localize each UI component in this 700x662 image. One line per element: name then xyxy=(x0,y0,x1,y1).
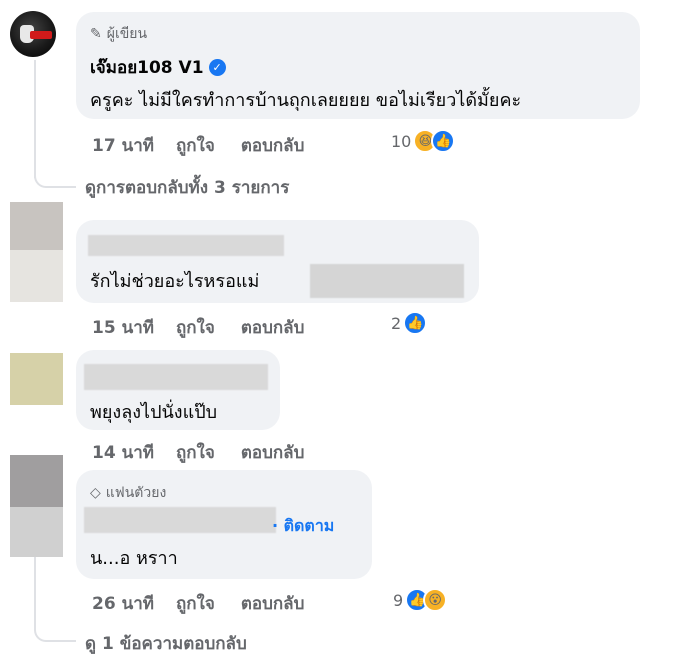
comment-text: น...อ หราา xyxy=(90,548,178,569)
avatar[interactable] xyxy=(10,455,63,507)
author-badge: ✎ ผู้เขียน xyxy=(90,26,148,42)
diamond-icon: ◇ xyxy=(90,485,101,501)
like-button[interactable]: ถูกใจ xyxy=(176,439,215,466)
comment-time[interactable]: 26 นาที xyxy=(92,590,154,617)
comment-bubble: ✎ ผู้เขียน เจ๊มอย108 V1 ✓ ครูคะ ไม่มีใคร… xyxy=(76,12,640,119)
comment-bubble: ◇ แฟนตัวยง · ติดตาม น...อ หราา xyxy=(76,470,372,579)
author-name-redacted xyxy=(84,507,276,533)
comment-bubble: พยุงลุงไปนั่งแป๊บ xyxy=(76,350,280,430)
mention-redacted xyxy=(310,264,464,298)
reply-button[interactable]: ตอบกลับ xyxy=(241,590,305,617)
wow-icon: 😮 xyxy=(423,588,448,612)
like-icon: 👍 xyxy=(431,129,456,153)
avatar[interactable] xyxy=(10,353,63,405)
comment-time[interactable]: 15 นาที xyxy=(92,314,154,341)
comment-actions: 15 นาที ถูกใจ ตอบกลับ xyxy=(92,314,304,341)
comment-text: พยุงลุงไปนั่งแป๊บ xyxy=(90,402,218,423)
author-avatar[interactable] xyxy=(10,11,56,57)
pencil-icon: ✎ xyxy=(90,26,102,42)
thread-connector xyxy=(34,600,76,642)
author-name-redacted xyxy=(88,235,284,256)
like-button[interactable]: ถูกใจ xyxy=(176,314,215,341)
author-name[interactable]: เจ๊มอย108 V1 ✓ xyxy=(90,54,226,81)
comment-actions: 14 นาที ถูกใจ ตอบกลับ xyxy=(92,439,304,466)
avatar xyxy=(10,250,63,302)
comment-text: ครูคะ ไม่มีใครทำการบ้านถุกเลยยยย ขอไม่เร… xyxy=(90,90,522,111)
verified-icon: ✓ xyxy=(208,59,226,76)
comment-actions: 17 นาที ถูกใจ ตอบกลับ xyxy=(92,132,304,159)
like-button[interactable]: ถูกใจ xyxy=(176,132,215,159)
comment-text: รักไม่ช่วยอะไรหรอแม่ xyxy=(90,271,260,292)
reply-button[interactable]: ตอบกลับ xyxy=(241,439,305,466)
reaction-summary[interactable]: 9 👍 😮 xyxy=(393,588,448,612)
comment-bubble: รักไม่ช่วยอะไรหรอแม่ xyxy=(76,220,479,303)
follow-button[interactable]: · ติดตาม xyxy=(272,514,334,539)
comment-time[interactable]: 14 นาที xyxy=(92,439,154,466)
view-replies-link[interactable]: ดู 1 ข้อความตอบกลับ xyxy=(85,630,247,657)
reaction-summary[interactable]: 2 👍 xyxy=(391,311,428,335)
reaction-summary[interactable]: 10 😆 👍 xyxy=(391,129,456,153)
avatar xyxy=(10,507,63,557)
like-icon: 👍 xyxy=(403,311,428,335)
reply-button[interactable]: ตอบกลับ xyxy=(241,314,305,341)
thread-connector xyxy=(34,150,76,188)
view-replies-link[interactable]: ดูการตอบกลับทั้ง 3 รายการ xyxy=(85,174,289,201)
like-button[interactable]: ถูกใจ xyxy=(176,590,215,617)
reply-button[interactable]: ตอบกลับ xyxy=(241,132,305,159)
fan-badge: ◇ แฟนตัวยง xyxy=(90,485,167,501)
comment-actions: 26 นาที ถูกใจ ตอบกลับ xyxy=(92,590,304,617)
avatar[interactable] xyxy=(10,202,63,250)
comment-time[interactable]: 17 นาที xyxy=(92,132,154,159)
author-name-redacted xyxy=(84,364,268,390)
